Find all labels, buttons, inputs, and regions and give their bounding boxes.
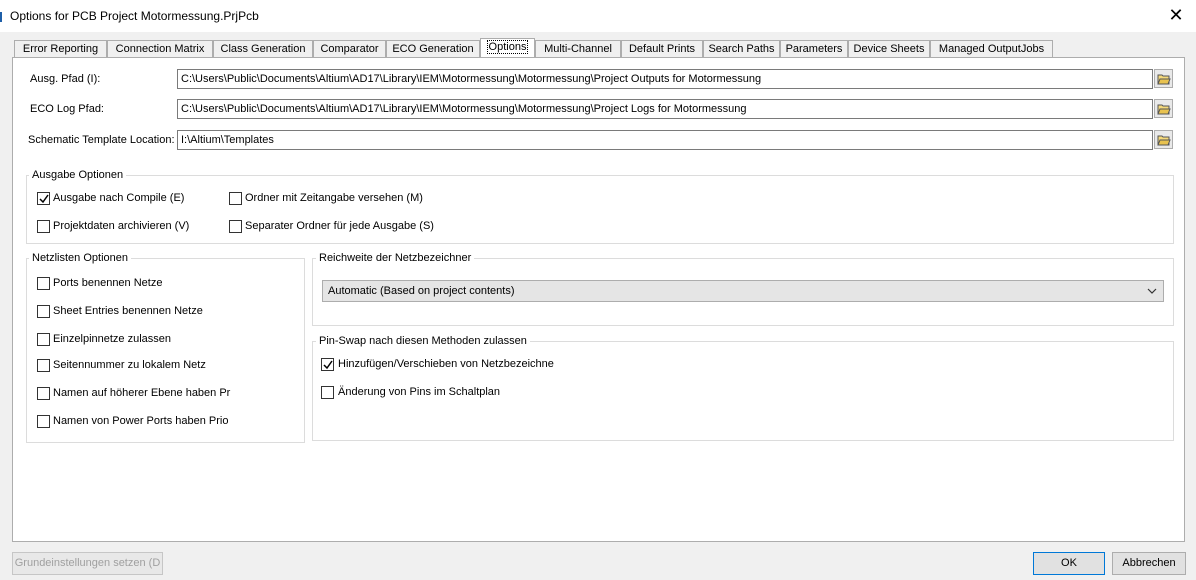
tab-multi-channel[interactable]: Multi-Channel xyxy=(535,40,621,57)
tab-label: Managed OutputJobs xyxy=(938,43,1045,55)
template-location-label: Schematic Template Location: xyxy=(28,134,175,146)
compile-output-checkbox[interactable] xyxy=(37,192,50,205)
output-path-field[interactable]: C:\Users\Public\Documents\Altium\AD17\Li… xyxy=(177,69,1153,89)
window-edge-accent xyxy=(0,12,2,22)
sheet-number-local-net-label: Seitennummer zu lokalem Netz xyxy=(53,359,206,371)
change-schematic-pins-label: Änderung von Pins im Schaltplan xyxy=(338,386,501,398)
folder-icon xyxy=(1157,135,1171,146)
checkmark-icon xyxy=(39,194,49,204)
tab-eco-generation[interactable]: ECO Generation xyxy=(386,40,480,57)
tab-device-sheets[interactable]: Device Sheets xyxy=(848,40,930,57)
single-pin-nets-checkbox[interactable] xyxy=(37,333,50,346)
archive-project-label: Projektdaten archivieren (V) xyxy=(53,220,190,232)
net-scope-title: Reichweite der Netzbezeichner xyxy=(316,252,475,264)
tab-label: Options xyxy=(486,40,529,54)
tab-label: Multi-Channel xyxy=(544,43,612,55)
tab-label: Class Generation xyxy=(220,43,306,55)
tab-managed-outputjobs[interactable]: Managed OutputJobs xyxy=(930,40,1053,57)
tab-label: Parameters xyxy=(785,43,843,55)
tab-label: Default Prints xyxy=(628,43,696,55)
template-location-field[interactable]: I:\Altium\Templates xyxy=(177,130,1153,150)
sheet-entries-name-nets-label: Sheet Entries benennen Netze xyxy=(53,305,203,317)
add-move-net-labels-label: Hinzufügen/Verschieben von Netzbezeichne xyxy=(338,358,554,370)
eco-log-path-label: ECO Log Pfad: xyxy=(30,103,104,115)
ports-name-nets-checkbox[interactable] xyxy=(37,277,50,290)
tab-class-generation[interactable]: Class Generation xyxy=(213,40,313,57)
higher-level-names-checkbox[interactable] xyxy=(37,387,50,400)
tab-search-paths[interactable]: Search Paths xyxy=(703,40,780,57)
output-options-group xyxy=(26,175,1174,244)
change-schematic-pins-checkbox[interactable] xyxy=(321,386,334,399)
sheet-number-local-net-checkbox[interactable] xyxy=(37,359,50,372)
tab-error-reporting[interactable]: Error Reporting xyxy=(14,40,107,57)
browse-output-path-button[interactable] xyxy=(1154,69,1173,88)
tab-label: Device Sheets xyxy=(853,43,925,55)
tab-label: Comparator xyxy=(320,43,379,55)
higher-level-names-label: Namen auf höherer Ebene haben Pr xyxy=(53,387,231,399)
eco-log-path-field[interactable]: C:\Users\Public\Documents\Altium\AD17\Li… xyxy=(177,99,1153,119)
browse-eco-log-path-button[interactable] xyxy=(1154,99,1173,118)
sheet-entries-name-nets-checkbox[interactable] xyxy=(37,305,50,318)
power-port-names-label: Namen von Power Ports haben Prio xyxy=(53,415,229,427)
folder-icon xyxy=(1157,104,1171,115)
restore-defaults-button[interactable]: Grundeinstellungen setzen (D xyxy=(12,552,163,575)
tab-connection-matrix[interactable]: Connection Matrix xyxy=(107,40,213,57)
title-bar: Options for PCB Project Motormessung.Prj… xyxy=(0,0,1196,32)
compile-output-label: Ausgabe nach Compile (E) xyxy=(53,192,185,204)
checkmark-icon xyxy=(323,360,333,370)
browse-template-location-button[interactable] xyxy=(1154,130,1173,149)
timestamp-folder-label: Ordner mit Zeitangabe versehen (M) xyxy=(245,192,423,204)
folder-icon xyxy=(1157,74,1171,85)
ok-button[interactable]: OK xyxy=(1033,552,1105,575)
netlist-options-title: Netzlisten Optionen xyxy=(29,252,131,264)
tab-options[interactable]: Options xyxy=(480,38,535,58)
cancel-button[interactable]: Abbrechen xyxy=(1112,552,1186,575)
separate-folder-checkbox[interactable] xyxy=(229,220,242,233)
tab-label: Error Reporting xyxy=(22,43,99,55)
tab-label: Connection Matrix xyxy=(115,43,205,55)
separate-folder-label: Separater Ordner für jede Ausgabe (S) xyxy=(245,220,434,232)
chevron-down-icon xyxy=(1147,288,1157,294)
tab-default-prints[interactable]: Default Prints xyxy=(621,40,703,57)
pin-swap-title: Pin-Swap nach diesen Methoden zulassen xyxy=(316,335,530,347)
net-scope-select[interactable]: Automatic (Based on project contents) xyxy=(322,280,1164,302)
close-icon[interactable]: ✕ xyxy=(1166,4,1186,26)
add-move-net-labels-checkbox[interactable] xyxy=(321,358,334,371)
output-options-title: Ausgabe Optionen xyxy=(29,169,127,181)
power-port-names-checkbox[interactable] xyxy=(37,415,50,428)
tab-parameters[interactable]: Parameters xyxy=(780,40,848,57)
ports-name-nets-label: Ports benennen Netze xyxy=(53,277,163,289)
single-pin-nets-label: Einzelpinnetze zulassen xyxy=(53,333,172,345)
net-scope-selected: Automatic (Based on project contents) xyxy=(328,285,515,297)
tab-comparator[interactable]: Comparator xyxy=(313,40,386,57)
archive-project-checkbox[interactable] xyxy=(37,220,50,233)
timestamp-folder-checkbox[interactable] xyxy=(229,192,242,205)
window-title: Options for PCB Project Motormessung.Prj… xyxy=(10,9,259,23)
output-path-label: Ausg. Pfad (I): xyxy=(30,73,101,85)
tab-label: ECO Generation xyxy=(392,43,474,55)
tab-label: Search Paths xyxy=(708,43,775,55)
